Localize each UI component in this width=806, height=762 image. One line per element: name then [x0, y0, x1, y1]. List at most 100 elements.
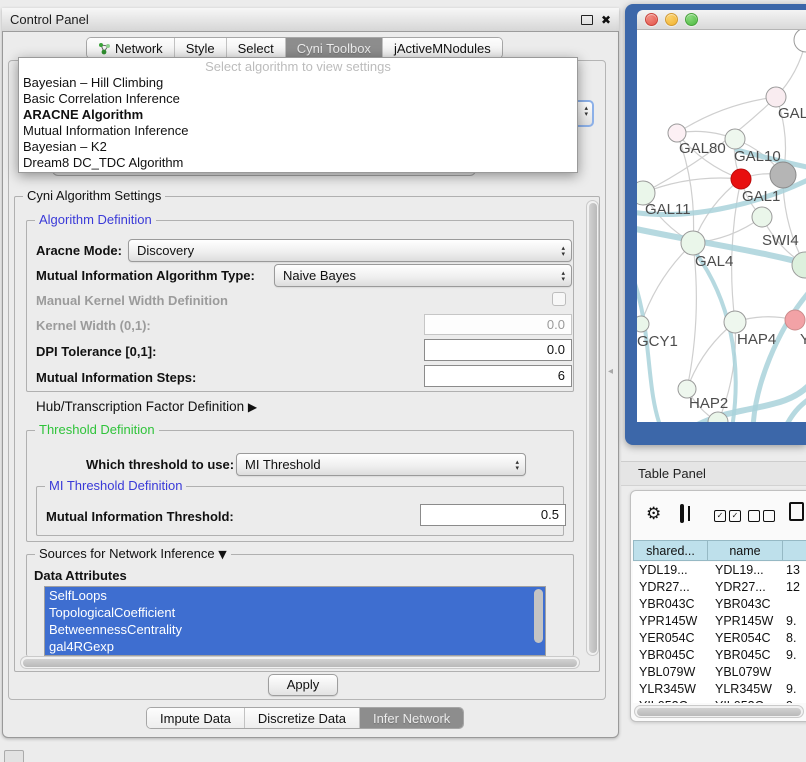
zoom-traffic-light[interactable] — [685, 13, 698, 26]
network-node-gcy1[interactable] — [637, 316, 649, 332]
network-node-gal[interactable] — [766, 87, 786, 107]
data-attributes-list: SelfLoopsTopologicalCoefficientBetweenne… — [44, 586, 546, 656]
algorithm-option[interactable]: Basic Correlation Inference — [19, 91, 577, 107]
data-attribute-item[interactable]: TopologicalCoefficient — [45, 604, 545, 621]
network-node-hap4[interactable] — [724, 311, 746, 333]
network-node-gal4[interactable] — [681, 231, 705, 255]
column-header-name[interactable]: name — [708, 540, 783, 561]
table-row[interactable]: YDR27...YDR27...12 — [633, 579, 806, 596]
network-edge — [677, 97, 776, 133]
tab-cyni-toolbox[interactable]: Cyni Toolbox — [285, 38, 382, 58]
mi-threshold-field[interactable]: 0.5 — [420, 504, 566, 526]
control-panel-tabs: Network Style Select Cyni Toolbox jActiv… — [86, 37, 503, 59]
network-node[interactable] — [794, 30, 806, 52]
node-label: GAL10 — [734, 148, 781, 165]
mi-steps-field[interactable]: 6 — [424, 365, 572, 387]
tab-select[interactable]: Select — [226, 38, 285, 58]
minimize-traffic-light[interactable] — [665, 13, 678, 26]
control-panel-titlebar: Control Panel ✖ — [2, 8, 619, 32]
tab-style[interactable]: Style — [174, 38, 226, 58]
table-cell: 9. — [782, 647, 806, 664]
which-threshold-combobox[interactable]: MI Threshold ▴▾ — [236, 453, 526, 476]
algorithm-options: Bayesian – Hill ClimbingBasic Correlatio… — [19, 75, 577, 171]
cyni-bottom-tabs: Impute Data Discretize Data Infer Networ… — [146, 707, 464, 729]
table-cell: YLR345W — [707, 681, 782, 698]
network-canvas[interactable]: GALGAL80GAL10GAL1GAL11SWI4GAL4GCY1HAP4YH… — [637, 30, 806, 422]
tab-jactivemnodules[interactable]: jActiveMNodules — [382, 38, 502, 58]
table-panel-title: Table Panel — [638, 466, 706, 481]
kernel-width-field[interactable]: 0.0 — [424, 314, 572, 335]
column-header-shared-name[interactable]: shared... — [633, 540, 708, 561]
mi-steps-label: Mutual Information Steps: — [36, 370, 196, 385]
network-node-swi4[interactable] — [792, 252, 806, 278]
network-node[interactable] — [770, 162, 796, 188]
table-cell: YER054C — [707, 630, 782, 647]
table-horizontal-scrollbar[interactable] — [634, 705, 804, 718]
node-label: HAP4 — [737, 331, 776, 348]
dpi-tolerance-label: DPI Tolerance [0,1]: — [36, 344, 156, 359]
network-node-gal1[interactable] — [731, 169, 751, 189]
tab-network[interactable]: Network — [87, 38, 174, 58]
tab-label: Cyni Toolbox — [297, 41, 371, 56]
data-attribute-item[interactable]: gal4RGexp — [45, 638, 545, 655]
table-row[interactable]: YBR043CYBR043C — [633, 596, 806, 613]
table-cell: YDR27... — [633, 579, 707, 596]
data-attribute-item[interactable]: SelfLoops — [45, 587, 545, 604]
list-scrollbar-thumb[interactable] — [534, 589, 543, 643]
network-window-titlebar — [637, 10, 806, 30]
aracne-mode-combobox[interactable]: Discovery ▴▾ — [128, 239, 572, 262]
data-attribute-item[interactable]: BetweennessCentrality — [45, 621, 545, 638]
settings-vertical-scrollbar[interactable] — [586, 200, 599, 656]
table-row[interactable]: YBL079WYBL079W — [633, 664, 806, 681]
apply-button[interactable]: Apply — [268, 674, 338, 696]
tab-infer-network[interactable]: Infer Network — [359, 708, 463, 728]
tab-label: Select — [238, 41, 274, 56]
network-node-y[interactable] — [785, 310, 805, 330]
table-cell: YIL052C — [633, 698, 707, 703]
hub-tf-definition-toggle[interactable]: Hub/Transcription Factor Definition ▶ — [36, 399, 257, 414]
splitter-collapse-handle[interactable]: ◂ — [608, 366, 613, 377]
table-body: YDL19...YDL19...13YDR27...YDR27...12YBR0… — [633, 562, 806, 703]
table-cell: YDL19... — [707, 562, 782, 579]
node-label: SWI4 — [762, 232, 799, 249]
node-label: HAP2 — [689, 395, 728, 412]
algorithm-option[interactable]: Mutual Information Inference — [19, 123, 577, 139]
close-icon[interactable]: ✖ — [601, 13, 611, 27]
table-row[interactable]: YLR345WYLR345W9. — [633, 681, 806, 698]
node-label: GCY1 — [637, 333, 678, 350]
new-table-icon[interactable] — [789, 502, 804, 521]
float-icon[interactable] — [581, 15, 593, 25]
close-traffic-light[interactable] — [645, 13, 658, 26]
sources-group-title[interactable]: Sources for Network Inference ▼ — [35, 546, 231, 561]
mi-algorithm-type-combobox[interactable]: Naive Bayes ▴▾ — [274, 264, 572, 287]
tab-discretize-data[interactable]: Discretize Data — [244, 708, 359, 728]
gear-icon[interactable]: ⚙ — [646, 504, 661, 524]
network-node[interactable] — [752, 207, 772, 227]
algorithm-option[interactable]: ARACNE Algorithm — [19, 107, 577, 123]
tab-label: Style — [186, 41, 215, 56]
window-title: Control Panel — [10, 12, 89, 27]
column-header-clipped[interactable] — [783, 540, 806, 561]
deselect-all-columns-icon[interactable] — [748, 510, 775, 522]
cytopanel-dock-icon[interactable] — [4, 750, 24, 762]
table-row[interactable]: YIL052CYIL052C9 — [633, 698, 806, 703]
node-label: GAL1 — [742, 188, 780, 205]
algorithm-option[interactable]: Bayesian – K2 — [19, 139, 577, 155]
algorithm-option[interactable]: Bayesian – Hill Climbing — [19, 75, 577, 91]
table-row[interactable]: YBR045CYBR045C9. — [633, 647, 806, 664]
select-all-columns-icon[interactable]: ✓ ✓ — [714, 510, 741, 522]
table-cell: YER054C — [633, 630, 707, 647]
algorithm-option[interactable]: Dream8 DC_TDC Algorithm — [19, 155, 577, 171]
node-label: GAL — [778, 105, 806, 122]
settings-horizontal-scrollbar[interactable] — [20, 656, 580, 669]
table-row[interactable]: YPR145WYPR145W9. — [633, 613, 806, 630]
dpi-tolerance-field[interactable]: 0.0 — [424, 339, 572, 361]
columns-icon[interactable] — [680, 504, 684, 523]
table-row[interactable]: YDL19...YDL19...13 — [633, 562, 806, 579]
stepper-arrows-icon: ▴▾ — [561, 241, 565, 261]
manual-kernel-width-checkbox[interactable] — [552, 292, 566, 306]
table-row[interactable]: YER054CYER054C8. — [633, 630, 806, 647]
network-node-gal10[interactable] — [725, 129, 745, 149]
table-cell: YBR043C — [707, 596, 782, 613]
tab-impute-data[interactable]: Impute Data — [147, 708, 244, 728]
